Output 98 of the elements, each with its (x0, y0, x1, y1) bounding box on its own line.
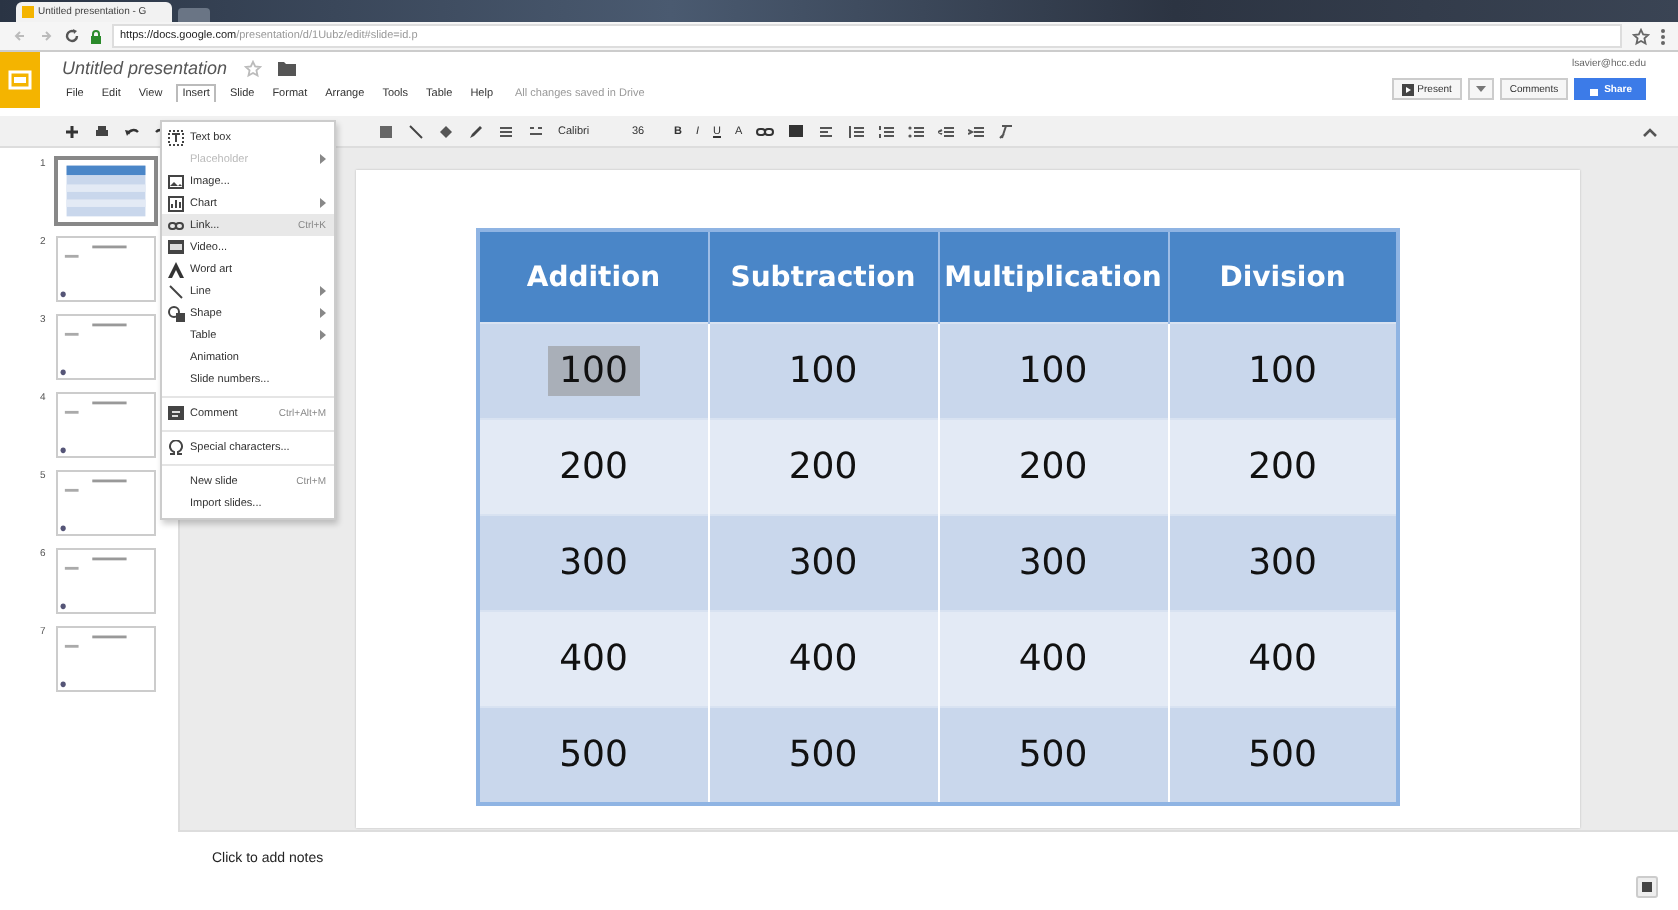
slide-thumbnail[interactable] (56, 548, 156, 614)
slide-canvas[interactable]: Addition Subtraction Multiplication Division 100 100 100 100 200 200 200 200 300 300 300 300 400 400 400 400 500 500 500 500 (356, 170, 1580, 828)
table-cell[interactable]: 300 (708, 515, 938, 611)
cell-value: 400 (1246, 636, 1319, 684)
comment-icon[interactable] (788, 123, 805, 139)
collapse-icon[interactable] (1642, 125, 1658, 137)
table-cell[interactable]: 500 (708, 707, 938, 804)
folder-icon[interactable] (277, 60, 296, 76)
table-cell[interactable]: 400 (938, 611, 1168, 707)
cell-value: 400 (557, 636, 630, 684)
submenu-arrow-icon (320, 198, 326, 208)
star-icon[interactable] (243, 59, 262, 77)
line-icon (168, 283, 184, 299)
column-header[interactable]: Multiplication (938, 230, 1168, 323)
cell-value: 100 (786, 348, 860, 396)
table-cell[interactable]: 300 (938, 515, 1168, 611)
table-cell[interactable]: 400 (478, 611, 708, 707)
cell-value: 200 (1246, 444, 1319, 492)
slide-thumbnail[interactable] (56, 314, 156, 380)
cell-value: 500 (557, 732, 630, 780)
film-icon (168, 240, 184, 254)
fill-color-icon[interactable] (438, 123, 454, 139)
cell-value: 400 (786, 636, 860, 684)
image-icon (168, 173, 184, 189)
omega-icon (168, 439, 184, 455)
undo-icon[interactable] (124, 123, 140, 139)
text-box-icon (168, 129, 184, 145)
link-icon (168, 219, 184, 231)
column-header[interactable]: Addition (478, 230, 708, 323)
cell-value: 300 (557, 540, 630, 588)
chart-icon (168, 195, 184, 211)
table-cell[interactable]: 100 (478, 323, 708, 419)
data-table[interactable]: Addition Subtraction Multiplication Division 100 100 100 100 200 200 200 200 300 300 300 300 400 400 400 400 500 500 500 500 (476, 228, 1400, 806)
comment-icon (168, 405, 184, 421)
submenu-arrow-icon (320, 330, 326, 340)
slide-thumbnail[interactable] (56, 392, 156, 458)
caret-icon (1475, 86, 1486, 92)
slides-logo-icon (22, 6, 34, 18)
line-icon[interactable] (408, 123, 424, 139)
table-cell[interactable]: 100 (708, 323, 938, 419)
word-art-icon (168, 261, 184, 277)
bulleted-list-icon[interactable] (908, 123, 925, 139)
shapes-icon (167, 305, 185, 321)
column-header[interactable]: Subtraction (708, 230, 938, 323)
table-cell[interactable]: 200 (1168, 419, 1398, 515)
submenu-arrow-icon (320, 286, 326, 296)
cell-value: 500 (1016, 732, 1090, 780)
submenu-arrow-icon (320, 308, 326, 318)
table-cell[interactable]: 200 (708, 419, 938, 515)
table-cell[interactable]: 400 (1168, 611, 1398, 707)
cell-value: 300 (1246, 540, 1319, 588)
pen-icon[interactable] (468, 123, 484, 139)
image-icon[interactable] (378, 123, 394, 139)
explore-icon[interactable] (1636, 876, 1658, 898)
slide-thumbnail[interactable] (56, 470, 156, 536)
cell-value: 500 (1246, 732, 1319, 780)
decrease-indent-icon[interactable] (938, 123, 955, 139)
table-cell[interactable]: 500 (938, 707, 1168, 804)
table-cell[interactable]: 200 (478, 419, 708, 515)
table-cell[interactable]: 300 (1168, 515, 1398, 611)
table-cell[interactable]: 100 (1168, 323, 1398, 419)
cell-value: 300 (1016, 540, 1090, 588)
slide-thumbnail[interactable] (56, 236, 156, 302)
increase-indent-icon[interactable] (968, 123, 985, 139)
document-title[interactable]: Untitled presentation (62, 58, 228, 78)
cell-value: 100 (1246, 348, 1319, 396)
numbered-list-icon[interactable] (878, 123, 895, 139)
cell-value: 400 (1016, 636, 1090, 684)
cell-value: 500 (786, 732, 860, 780)
link-icon[interactable] (756, 123, 775, 139)
cell-value: 300 (786, 540, 860, 588)
slide-thumbnail[interactable] (54, 156, 158, 226)
table-cell[interactable]: 400 (708, 611, 938, 707)
cell-value: 200 (557, 444, 630, 492)
present-menu-button[interactable] (1467, 78, 1494, 100)
play-icon (1401, 83, 1414, 95)
add-icon[interactable] (64, 123, 80, 139)
clear-formatting-icon[interactable] (998, 123, 1015, 139)
table-cell[interactable]: 200 (938, 419, 1168, 515)
align-icon[interactable] (818, 123, 835, 139)
slide-thumbnail[interactable] (56, 626, 156, 692)
submenu-arrow-icon (320, 154, 326, 164)
line-spacing-icon[interactable] (848, 123, 865, 139)
table-cell[interactable]: 100 (938, 323, 1168, 419)
cell-value: 100 (547, 346, 640, 396)
cell-value: 200 (1016, 444, 1090, 492)
star-icon[interactable] (1632, 27, 1650, 45)
cell-value: 100 (1016, 348, 1090, 396)
column-header[interactable]: Division (1168, 230, 1398, 323)
border-dash-icon[interactable] (528, 123, 544, 139)
table-cell[interactable]: 500 (478, 707, 708, 804)
reload-icon[interactable] (64, 28, 80, 44)
table-cell[interactable]: 500 (1168, 707, 1398, 804)
border-weight-icon[interactable] (498, 123, 514, 139)
print-icon[interactable] (94, 123, 110, 139)
more-icon[interactable] (1660, 27, 1666, 45)
cell-value: 200 (786, 444, 860, 492)
table-cell[interactable]: 300 (478, 515, 708, 611)
